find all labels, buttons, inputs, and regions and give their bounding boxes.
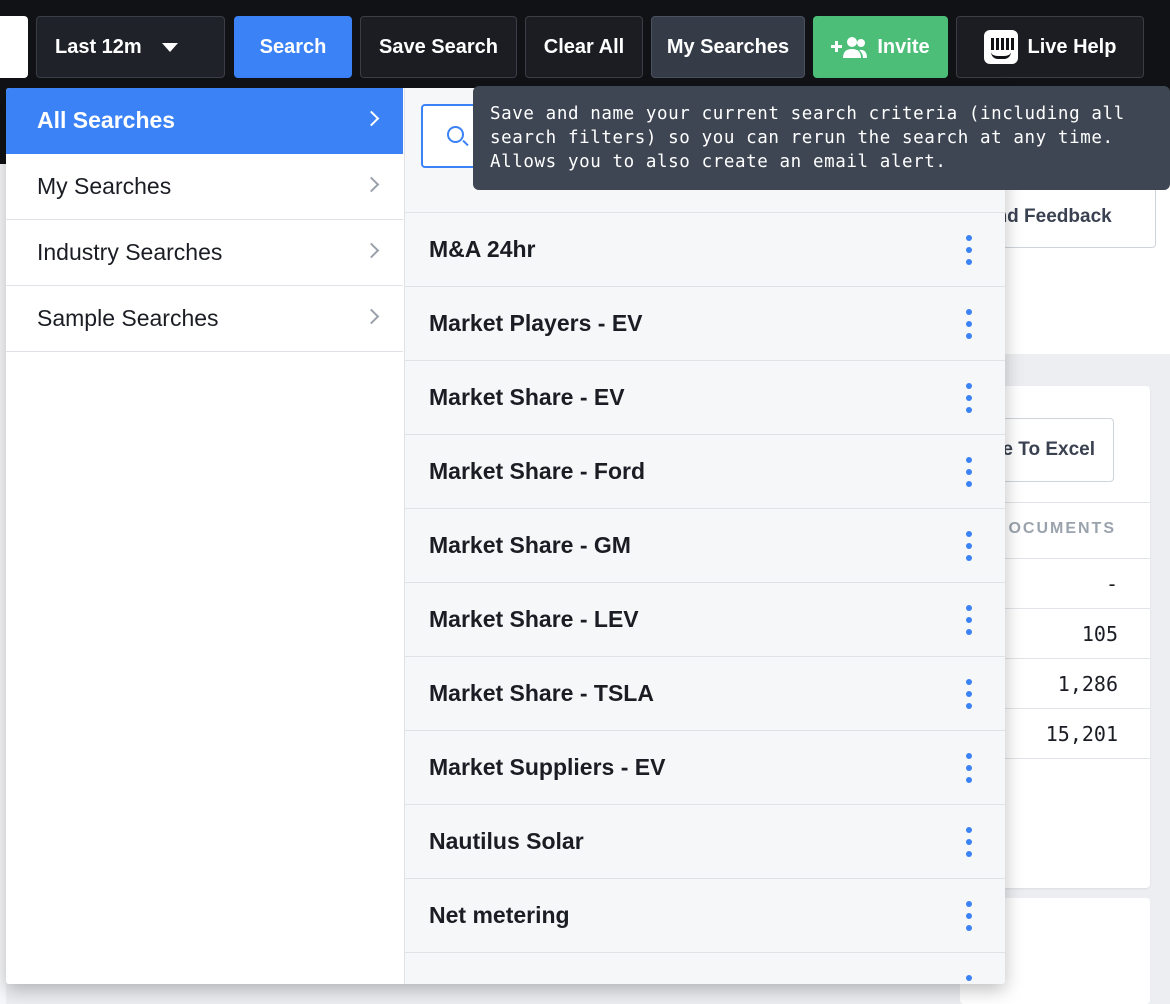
saved-search-label: Nautilus Solar <box>429 828 584 854</box>
saved-search-item[interactable] <box>405 952 1005 984</box>
search-icon <box>447 126 464 143</box>
documents-column-header: OCUMENTS <box>1008 520 1116 537</box>
table-divider <box>1000 708 1150 709</box>
invite-button[interactable]: Invite <box>813 16 948 78</box>
more-options-icon[interactable] <box>966 753 972 783</box>
live-help-button[interactable]: Live Help <box>956 16 1144 78</box>
category-sample-searches[interactable]: Sample Searches <box>6 286 403 352</box>
chevron-right-icon <box>363 110 380 127</box>
more-options-icon[interactable] <box>966 383 972 413</box>
caret-down-icon <box>162 43 178 52</box>
category-industry-searches[interactable]: Industry Searches <box>6 220 403 286</box>
date-range-dropdown[interactable]: Last 12m <box>36 16 225 78</box>
my-searches-button[interactable]: My Searches <box>651 16 805 78</box>
more-options-icon[interactable] <box>966 457 972 487</box>
chevron-right-icon <box>363 308 380 325</box>
saved-search-item[interactable]: Market Share - TSLA <box>405 656 1005 730</box>
saved-search-item[interactable]: Market Share - Ford <box>405 434 1005 508</box>
save-search-button[interactable]: Save Search <box>360 16 517 78</box>
category-label: Sample Searches <box>37 305 219 331</box>
table-cell: - <box>1105 572 1118 596</box>
saved-search-item[interactable]: Net metering <box>405 878 1005 952</box>
table-divider <box>1000 608 1150 609</box>
more-options-icon[interactable] <box>966 827 972 857</box>
category-label: Industry Searches <box>37 239 223 265</box>
more-options-icon[interactable] <box>966 235 972 265</box>
saved-search-label: Market Share - Ford <box>429 458 645 484</box>
chevron-right-icon <box>363 176 380 193</box>
more-options-icon[interactable] <box>966 679 972 709</box>
saved-search-item[interactable]: Market Share - LEV <box>405 582 1005 656</box>
category-label: All Searches <box>37 107 176 133</box>
save-search-tooltip: Save and name your current search criter… <box>473 86 1170 190</box>
table-divider <box>1000 758 1150 759</box>
saved-search-label: Market Share - GM <box>429 532 631 558</box>
category-all-searches[interactable]: All Searches <box>6 88 403 154</box>
saved-search-label: Market Suppliers - EV <box>429 754 666 780</box>
more-options-icon[interactable] <box>966 605 972 635</box>
saved-search-item[interactable]: Market Share - EV <box>405 360 1005 434</box>
table-divider <box>1000 502 1150 503</box>
more-options-icon[interactable] <box>966 901 972 931</box>
saved-search-label: Market Players - EV <box>429 310 643 336</box>
search-button[interactable]: Search <box>234 16 352 78</box>
saved-search-label: Market Share - TSLA <box>429 680 654 706</box>
saved-search-item[interactable]: Nautilus Solar <box>405 804 1005 878</box>
saved-search-label: Net metering <box>429 902 570 928</box>
saved-search-label: Market Share - EV <box>429 384 625 410</box>
saved-search-item[interactable]: Market Suppliers - EV <box>405 730 1005 804</box>
live-help-label: Live Help <box>1027 35 1117 58</box>
more-options-icon[interactable] <box>966 309 972 339</box>
more-options-icon[interactable] <box>966 531 972 561</box>
add-user-icon <box>831 37 868 58</box>
search-categories: All Searches My Searches Industry Search… <box>6 88 403 984</box>
chevron-right-icon <box>363 242 380 259</box>
date-range-label: Last 12m <box>55 35 142 58</box>
table-cell: 15,201 <box>1045 722 1118 746</box>
saved-search-label: M&A 24hr <box>429 236 536 262</box>
chat-support-icon <box>983 30 1018 64</box>
saved-search-item[interactable]: Market Share - GM <box>405 508 1005 582</box>
more-options-icon[interactable] <box>966 975 972 984</box>
table-cell: 1,286 <box>1057 672 1118 696</box>
saved-search-item[interactable]: M&A 24hr <box>405 212 1005 286</box>
table-divider <box>1000 558 1150 559</box>
keyword-search-input[interactable] <box>0 16 28 78</box>
saved-search-label: Market Share - LEV <box>429 606 639 632</box>
table-divider <box>1000 658 1150 659</box>
table-cell: 105 <box>1081 622 1118 646</box>
saved-search-list: M&A 24hr Market Players - EV Market Shar… <box>404 88 1005 984</box>
invite-label: Invite <box>877 35 930 58</box>
category-my-searches[interactable]: My Searches <box>6 154 403 220</box>
clear-all-button[interactable]: Clear All <box>525 16 643 78</box>
category-label: My Searches <box>37 173 172 199</box>
saved-search-item[interactable]: Market Players - EV <box>405 286 1005 360</box>
saved-searches-menu: All Searches My Searches Industry Search… <box>6 88 1005 984</box>
